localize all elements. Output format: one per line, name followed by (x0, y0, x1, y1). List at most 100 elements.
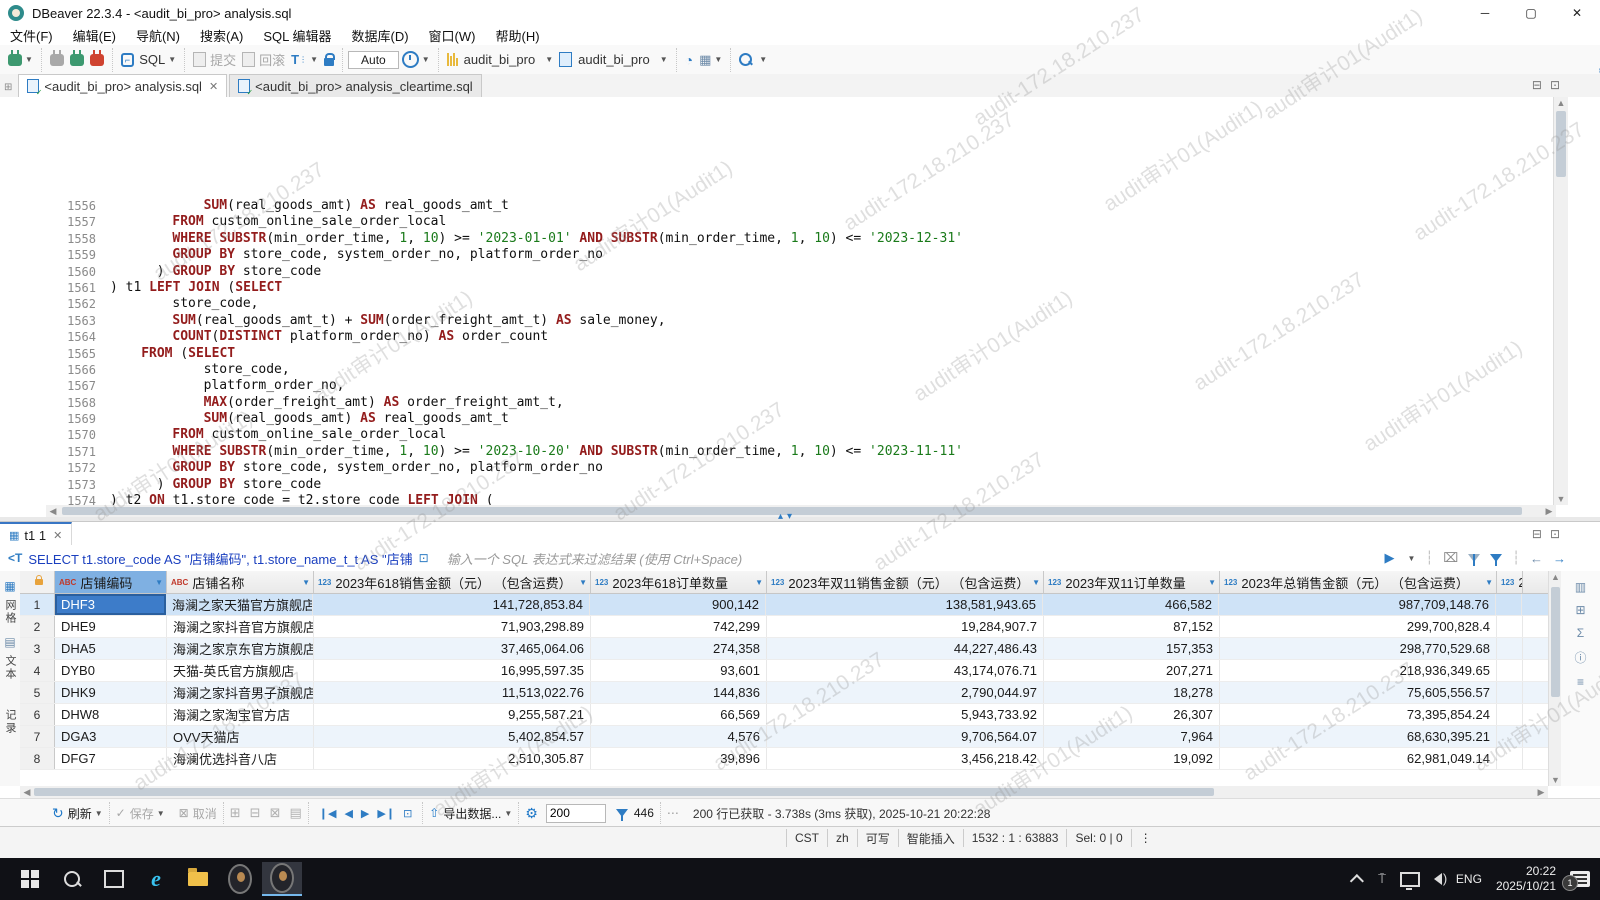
new-sql-editor-button[interactable]: ⌐ SQL ▼ (121, 52, 176, 67)
search-button[interactable]: ▼ (739, 53, 767, 66)
sort-filter-icon[interactable]: ▼ (579, 578, 587, 587)
aggregate-icon[interactable]: Σ (1577, 626, 1584, 640)
grid-cell[interactable] (1497, 704, 1523, 725)
grid-cell[interactable]: 299,700,828.4 (1220, 616, 1497, 637)
table-row[interactable]: 2DHE9海澜之家抖音官方旗舰店71,903,298.89742,29919,2… (20, 616, 1548, 638)
table-row[interactable]: 5DHK9海澜之家抖音男子旗舰店11,513,022.76144,8362,79… (20, 682, 1548, 704)
language-indicator[interactable]: ENG (1456, 872, 1482, 886)
chevron-down-icon[interactable]: ▼ (1407, 554, 1415, 563)
rollback-button[interactable]: 回滚 (242, 50, 285, 69)
column-header-6[interactable]: 1232023年总销售金额（元） （包含运费）▼ (1220, 571, 1497, 593)
column-header-7[interactable]: 1232 (1497, 571, 1523, 593)
filter-sql-text[interactable]: SELECT t1.store_code AS "店铺编码", t1.store… (28, 549, 412, 568)
grid-cell[interactable]: 900,142 (590, 594, 766, 615)
row-number[interactable]: 7 (20, 726, 55, 747)
grid-cell[interactable]: DGA3 (55, 726, 167, 747)
grid-cell[interactable]: 天猫-英氏官方旗舰店 (167, 660, 314, 681)
column-header-4[interactable]: 1232023年双11销售金额（元） （包含运费）▼ (767, 571, 1044, 593)
reconnect-button[interactable]: ↻ (70, 54, 84, 66)
focus-cell-icon[interactable]: ⊡ (403, 807, 412, 820)
table-row[interactable]: 1DHF3海澜之家天猫官方旗舰店141,728,853.84900,142138… (20, 594, 1548, 616)
fetch-size-input[interactable] (546, 804, 606, 823)
close-icon[interactable]: ✕ (53, 529, 62, 542)
file-explorer-icon[interactable] (186, 867, 210, 891)
editor-horizontal-scrollbar[interactable]: ◀ ▶ (46, 505, 1556, 517)
grid-cell[interactable]: 7,964 (1044, 726, 1220, 747)
grid-cell[interactable]: 742,299 (591, 616, 767, 637)
code-line[interactable]: 1559GROUP BY store_code, system_order_no… (46, 247, 963, 263)
task-view-icon[interactable] (102, 867, 126, 891)
sort-filter-icon[interactable]: ▼ (302, 578, 310, 587)
maximize-button[interactable]: ▢ (1508, 0, 1554, 26)
grid-cell[interactable]: 37,465,064.06 (314, 638, 591, 659)
grid-cell[interactable]: 43,174,076.71 (767, 660, 1044, 681)
grid-cell[interactable]: 68,630,395.21 (1220, 726, 1497, 747)
references-icon[interactable]: ≡ (1577, 675, 1584, 689)
chevron-down-icon[interactable]: ▼ (95, 809, 103, 818)
chevron-down-icon[interactable]: ▼ (168, 55, 176, 64)
close-button[interactable]: ✕ (1554, 0, 1600, 26)
table-row[interactable]: 8DFG7海澜优选抖音八店2,510,305.8739,8963,456,218… (20, 748, 1548, 770)
row-number[interactable]: 6 (20, 704, 55, 725)
grid-cell[interactable]: DHA5 (55, 638, 167, 659)
connection-selector[interactable]: audit_bi_pro▼ (447, 52, 553, 67)
grid-cell[interactable]: DHF3 (55, 594, 166, 615)
refresh-icon[interactable]: ↻ (52, 805, 64, 822)
prev-row-icon[interactable]: ◀ (344, 807, 352, 820)
grid-cell[interactable]: 39,896 (591, 748, 767, 769)
app-icon-1[interactable] (228, 867, 252, 891)
sql-editor[interactable]: 1556SUM(real_goods_amt) AS real_goods_am… (0, 97, 1600, 505)
code-line[interactable]: 1561) t1 LEFT JOIN (SELECT (46, 280, 963, 296)
sort-filter-icon[interactable]: ▼ (1208, 578, 1216, 587)
sort-filter-icon[interactable]: ▼ (1485, 578, 1493, 587)
table-row[interactable]: 3DHA5海澜之家京东官方旗舰店37,465,064.06274,35844,2… (20, 638, 1548, 660)
row-number[interactable]: 5 (20, 682, 55, 703)
grid-cell[interactable]: 9,255,587.21 (314, 704, 591, 725)
grid-corner-cell[interactable] (20, 571, 55, 593)
grid-cell[interactable]: 11,513,022.76 (314, 682, 591, 703)
disconnect-button[interactable] (50, 54, 64, 66)
grid-cell[interactable] (1497, 726, 1523, 747)
delete-row-icon[interactable]: ⊠ (270, 805, 281, 821)
row-number[interactable]: 2 (20, 616, 55, 637)
column-header-2[interactable]: 1232023年618销售金额（元） （包含运费）▼ (314, 571, 591, 593)
menu-item-1[interactable]: 编辑(E) (63, 26, 126, 45)
menu-item-3[interactable]: 搜索(A) (190, 26, 253, 45)
refresh-button[interactable]: 刷新 (68, 805, 92, 822)
grid-cell[interactable] (1497, 638, 1523, 659)
code-line[interactable]: 1564COUNT(DISTINCT platform_order_no) AS… (46, 329, 963, 345)
chevron-down-icon[interactable]: ▼ (504, 809, 512, 818)
duplicate-row-icon[interactable]: ⊟ (250, 805, 261, 821)
grid-cell[interactable]: 16,995,597.35 (314, 660, 591, 681)
grid-cell[interactable]: 87,152 (1044, 616, 1220, 637)
grid-cell[interactable]: DYB0 (55, 660, 167, 681)
grid-cell[interactable]: DFG7 (55, 748, 167, 769)
column-header-1[interactable]: ABC店铺名称▼ (167, 571, 314, 593)
chevron-down-icon[interactable]: ▼ (157, 809, 165, 818)
code-line[interactable]: 1563SUM(real_goods_amt_t) + SUM(order_fr… (46, 313, 963, 329)
filter-count-icon[interactable] (616, 809, 628, 817)
cancel-button[interactable]: 取消 (193, 805, 217, 822)
grid-cell[interactable]: 19,092 (1044, 748, 1220, 769)
editor-vertical-scrollbar[interactable]: ▲ ▼ (1553, 97, 1568, 505)
grid-cell[interactable]: OVV天猫店 (167, 726, 314, 747)
result-grid[interactable]: ABC店铺编码▼ABC店铺名称▼1232023年618销售金额（元） （包含运费… (20, 571, 1548, 786)
grid-cell[interactable]: 71,903,298.89 (314, 616, 591, 637)
minimize-button[interactable]: ─ (1462, 0, 1508, 26)
maximize-results-icon[interactable]: ⊡ (1550, 527, 1560, 541)
grid-cell[interactable]: 海澜之家淘宝官方店 (167, 704, 314, 725)
grid-cell[interactable]: 66,569 (591, 704, 767, 725)
dashboard-button[interactable]: ◔ (685, 52, 693, 68)
code-line[interactable]: 1558WHERE SUBSTR(min_order_time, 1, 10) … (46, 231, 963, 247)
code-line[interactable]: 1560) GROUP BY store_code (46, 264, 963, 280)
auto-commit-combo[interactable]: Auto (348, 51, 399, 69)
grid-cell[interactable]: 75,605,556.57 (1220, 682, 1497, 703)
ellipsis-icon[interactable]: ⋯ (667, 806, 679, 820)
grid-presentation-icon[interactable]: ▦ (4, 579, 15, 593)
code-line[interactable]: 1573) GROUP BY store_code (46, 477, 963, 493)
code-line[interactable]: 1556SUM(real_goods_amt) AS real_goods_am… (46, 198, 963, 214)
menu-item-0[interactable]: 文件(F) (0, 26, 63, 45)
grid-presentation-label[interactable]: 网格 (2, 599, 18, 625)
grid-cell[interactable]: 26,307 (1044, 704, 1220, 725)
next-row-icon[interactable]: ▶ (361, 807, 369, 820)
